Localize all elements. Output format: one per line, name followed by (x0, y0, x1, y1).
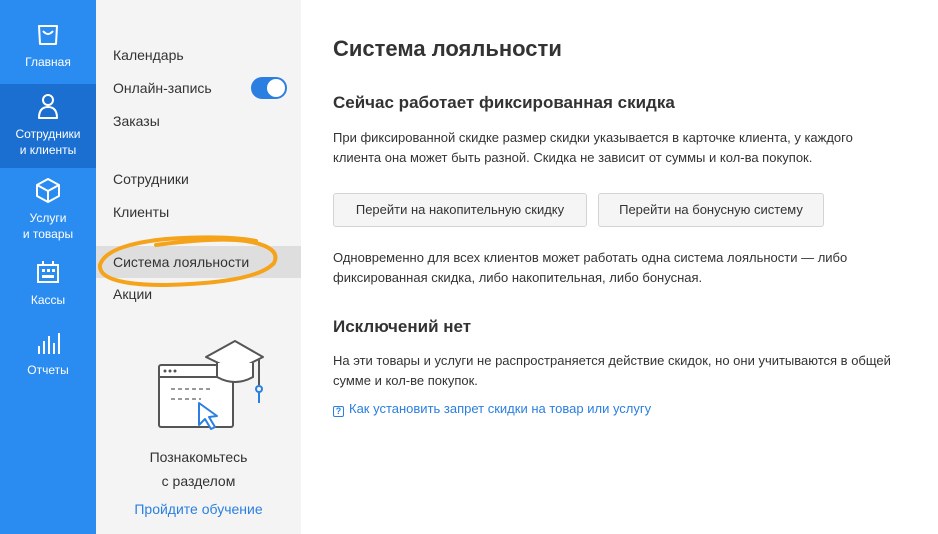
nav-services-goods[interactable]: Услуги и товары (0, 176, 96, 246)
discount-ban-help-link[interactable]: ? Как установить запрет скидки на товар и… (333, 401, 651, 417)
fixed-discount-description: При фиксированной скидке размер скидки у… (333, 128, 923, 168)
toggle-knob (267, 79, 285, 97)
learn-text-line2: с разделом (161, 473, 236, 489)
bar-chart-icon (38, 333, 60, 354)
page-title: Система лояльности (333, 36, 562, 61)
submenu-item-promotions[interactable]: Акции (113, 284, 152, 304)
bag-icon (38, 25, 58, 45)
help-icon: ? (333, 406, 344, 417)
nav-services-goods-label-1: Услуги (29, 211, 67, 225)
fixed-discount-description-line2: клиента она может быть разной. Скидка не… (333, 150, 813, 165)
submenu-item-calendar[interactable]: Календарь (113, 45, 184, 65)
submenu-item-staff[interactable]: Сотрудники (113, 169, 189, 189)
nav-cash[interactable]: Кассы (0, 258, 96, 312)
single-system-note-line1: Одновременно для всех клиентов может раб… (333, 250, 848, 265)
switch-to-cumulative-button[interactable]: Перейти на накопительную скидку (333, 193, 587, 227)
nav-staff-clients[interactable]: Сотрудники и клиенты (0, 84, 96, 168)
person-icon (38, 94, 58, 119)
nav-services-goods-label-2: и товары (22, 227, 74, 241)
nav-cash-label: Кассы (30, 293, 66, 307)
nav-staff-clients-label-2: и клиенты (19, 143, 77, 157)
learn-text-line1: Познакомьтесь (149, 449, 248, 465)
submenu-item-orders[interactable]: Заказы (113, 111, 160, 131)
switch-to-bonus-button[interactable]: Перейти на бонусную систему (598, 193, 824, 227)
exceptions-description-line2: сумме и кол-ве покупок. (333, 373, 478, 388)
main-nav-rail: Главная Сотрудники и клиенты Услуги и то… (0, 0, 96, 534)
exceptions-title: Исключений нет (333, 317, 472, 336)
current-system-title: Сейчас работает фиксированная скидка (333, 93, 675, 112)
start-learning-link[interactable]: Пройдите обучение (96, 501, 301, 517)
section-submenu: Календарь Онлайн-запись Заказы Сотрудник… (96, 0, 301, 534)
nav-reports[interactable]: Отчеты (0, 330, 96, 380)
single-system-note: Одновременно для всех клиентов может раб… (333, 248, 923, 288)
online-booking-toggle[interactable] (251, 77, 287, 99)
nav-reports-label: Отчеты (27, 363, 69, 377)
nav-home-label: Главная (25, 55, 71, 69)
box-icon (36, 178, 60, 203)
learning-illustration (158, 340, 264, 430)
discount-ban-help-link-text: Как установить запрет скидки на товар ил… (349, 401, 652, 416)
fixed-discount-description-line1: При фиксированной скидке размер скидки у… (333, 130, 853, 145)
exceptions-description-line1: На эти товары и услуги не распространяет… (333, 353, 891, 368)
nav-home[interactable]: Главная (0, 22, 96, 82)
exceptions-description: На эти товары и услуги не распространяет… (333, 351, 933, 391)
register-icon (37, 261, 59, 283)
submenu-item-online-booking[interactable]: Онлайн-запись (113, 78, 212, 98)
nav-staff-clients-label-1: Сотрудники (15, 127, 81, 141)
submenu-item-loyalty[interactable]: Система лояльности (113, 252, 249, 272)
submenu-item-clients[interactable]: Клиенты (113, 202, 169, 222)
single-system-note-line2: фиксированная скидка, либо накопительная… (333, 270, 703, 285)
